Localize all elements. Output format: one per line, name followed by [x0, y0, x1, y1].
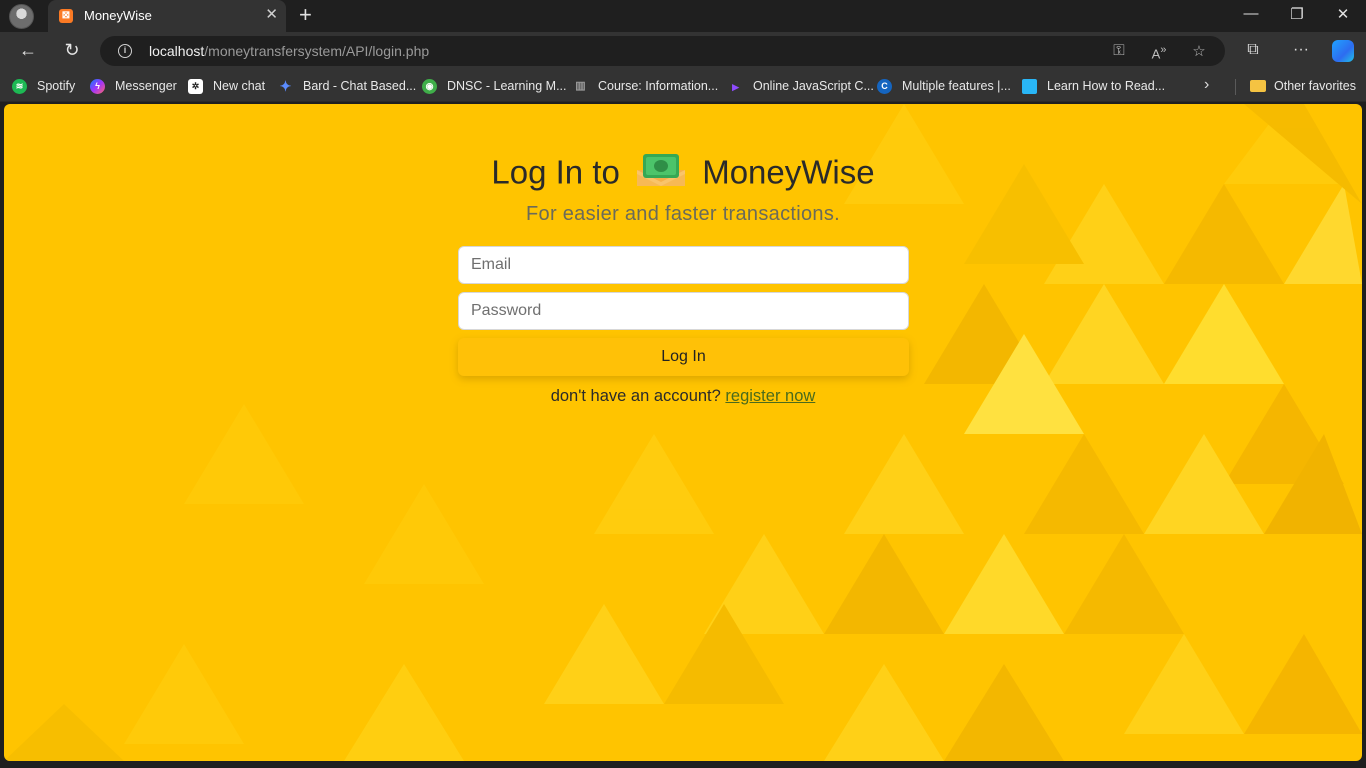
address-bar[interactable]: i localhost/moneytransfersystem/API/logi…: [100, 36, 1225, 66]
dnsc-icon: ◉: [422, 78, 437, 94]
restore-icon[interactable]: ❐: [1287, 5, 1307, 23]
window-bottom-edge: [0, 761, 1366, 768]
folder-icon: [1250, 80, 1266, 92]
email-input[interactable]: [458, 246, 909, 284]
book-icon: [1022, 78, 1037, 94]
bookmarks-bar: ≋ Spotify ϟ Messenger ✲ New chat ✦ Bard …: [0, 70, 1366, 102]
back-arrow-icon[interactable]: ←: [17, 40, 39, 60]
bookmark-course[interactable]: ▥ Course: Information...: [573, 77, 718, 95]
browser-title-bar: ⊠ MoneyWise ✕ + — ❐ ✕: [0, 0, 1366, 32]
bookmark-label: Bard - Chat Based...: [303, 79, 417, 93]
bookmark-messenger[interactable]: ϟ Messenger: [90, 77, 177, 95]
profile-avatar[interactable]: [9, 4, 34, 29]
bookmark-learn-read[interactable]: Learn How to Read...: [1022, 77, 1165, 95]
page-title: Log In to MoneyWise: [4, 151, 1362, 191]
chevron-right-icon[interactable]: ›: [1204, 76, 1209, 94]
bookmark-label: Learn How to Read...: [1047, 79, 1166, 93]
favorite-star-icon[interactable]: ☆: [1189, 42, 1209, 60]
bookmark-label: Online JavaScript C...: [753, 79, 874, 93]
bookmark-spotify[interactable]: ≋ Spotify: [12, 77, 75, 95]
bookmark-multiple-features[interactable]: C Multiple features |...: [877, 77, 1011, 95]
password-key-icon[interactable]: ⚿: [1109, 42, 1129, 59]
url-text[interactable]: localhost/moneytransfersystem/API/login.…: [149, 43, 429, 59]
login-button[interactable]: Log In: [458, 338, 909, 376]
spotify-icon: ≋: [12, 78, 27, 94]
other-favorites-label: Other favorites: [1274, 79, 1356, 93]
address-toolbar: ← ↻ i localhost/moneytransfersystem/API/…: [0, 32, 1366, 70]
login-panel: Log In to MoneyWise For easier and faste…: [4, 104, 1362, 761]
new-tab-icon[interactable]: +: [299, 4, 312, 26]
title-prefix: Log In to: [491, 153, 620, 191]
copilot-icon[interactable]: [1332, 40, 1354, 62]
money-envelope-icon: [637, 154, 686, 187]
bookmark-label: DNSC - Learning M...: [447, 79, 567, 93]
xampp-favicon-icon: ⊠: [59, 9, 73, 23]
brand-name: MoneyWise: [702, 153, 875, 191]
password-input[interactable]: [458, 292, 909, 330]
register-link[interactable]: register now: [725, 387, 815, 405]
more-options-icon[interactable]: ···: [1291, 41, 1311, 59]
bookmark-dnsc[interactable]: ◉ DNSC - Learning M...: [422, 77, 566, 95]
bookmark-new-chat[interactable]: ✲ New chat: [188, 77, 265, 95]
register-prompt: don't have an account? register now: [4, 387, 1362, 406]
other-favorites[interactable]: Other favorites: [1250, 77, 1356, 95]
refresh-icon[interactable]: ↻: [61, 40, 83, 60]
bookmark-label: New chat: [213, 79, 266, 93]
extensions-puzzle-icon[interactable]: ⧉: [1243, 41, 1263, 59]
c-icon: C: [877, 78, 892, 94]
bookmark-label: Course: Information...: [598, 79, 719, 93]
bookmark-javascript-compiler[interactable]: ▸ Online JavaScript C...: [728, 77, 874, 95]
bookmark-label: Spotify: [37, 79, 76, 93]
page-subtitle: For easier and faster transactions.: [526, 203, 840, 225]
site-info-icon[interactable]: i: [118, 44, 132, 58]
browser-tab-active[interactable]: ⊠ MoneyWise ✕: [48, 0, 286, 32]
url-host: localhost: [149, 43, 205, 59]
minimize-icon[interactable]: —: [1241, 5, 1261, 22]
javascript-compiler-icon: ▸: [732, 78, 739, 94]
tab-title: MoneyWise: [84, 8, 152, 23]
close-tab-icon[interactable]: ✕: [265, 7, 278, 23]
messenger-icon: ϟ: [90, 78, 105, 94]
bookmarks-divider: [1235, 79, 1236, 95]
register-prompt-text: don't have an account?: [550, 387, 721, 405]
bookmark-label: Multiple features |...: [902, 79, 1011, 93]
read-aloud-icon[interactable]: A»: [1149, 44, 1169, 61]
bard-sparkle-icon: ✦: [279, 77, 292, 94]
bookmark-label: Messenger: [115, 79, 177, 93]
page-viewport: Log In to MoneyWise For easier and faste…: [4, 104, 1362, 761]
openai-icon: ✲: [188, 78, 203, 94]
course-icon: ▥: [575, 79, 586, 92]
url-path: /moneytransfersystem/API/login.php: [204, 43, 430, 59]
close-window-icon[interactable]: ✕: [1333, 5, 1353, 23]
bookmark-bard[interactable]: ✦ Bard - Chat Based...: [278, 77, 417, 95]
